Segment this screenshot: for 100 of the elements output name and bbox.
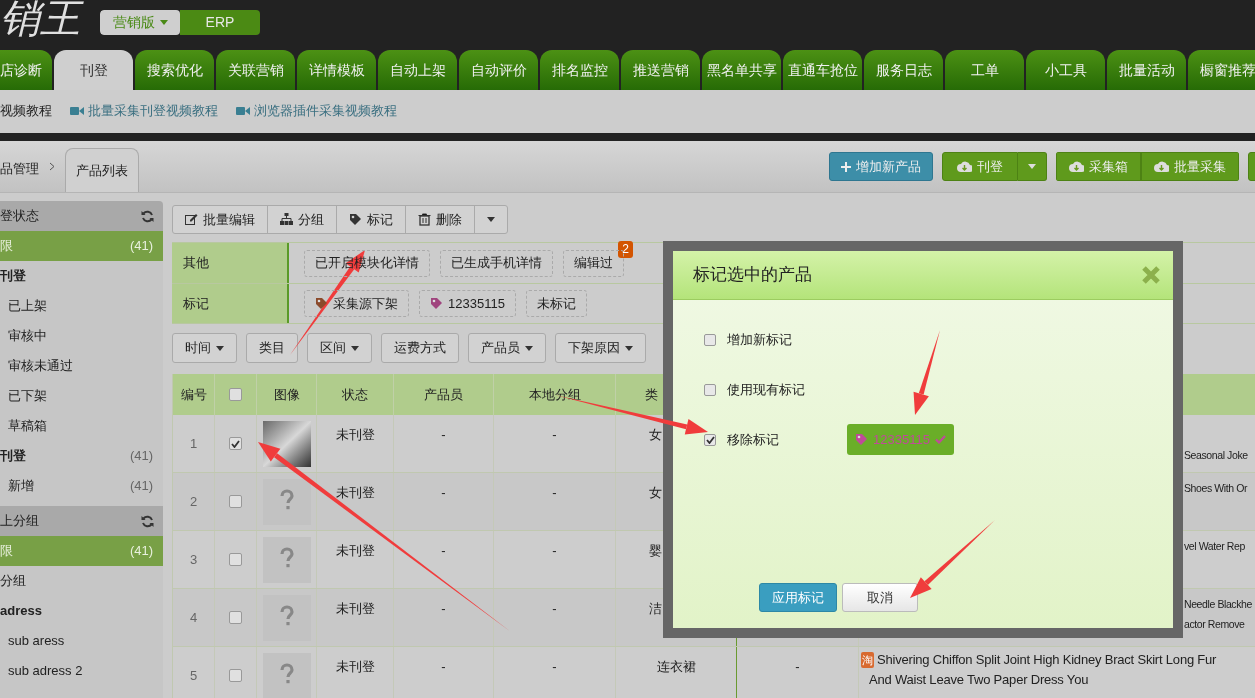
table-cell: - <box>394 647 494 698</box>
count-label: (41) <box>129 477 153 496</box>
nav-tab[interactable]: 黑名单共享 <box>702 50 781 90</box>
checkbox[interactable] <box>704 433 716 446</box>
sidebar-item[interactable]: 刊登 <box>0 261 163 291</box>
filter-button[interactable]: 下架原因 <box>555 333 646 363</box>
filter-button[interactable]: 运费方式 <box>381 333 459 363</box>
hierarchy-icon <box>280 213 293 226</box>
sidebar-item[interactable]: 已上架 <box>0 291 163 321</box>
checkbox[interactable] <box>229 388 242 401</box>
refresh-icon <box>141 514 154 528</box>
nav-tab[interactable]: 服务日志 <box>864 50 943 90</box>
table-cell: - <box>737 647 859 698</box>
sidebar-item[interactable]: 审核中 <box>0 321 163 351</box>
nav-tab[interactable]: 小工具 <box>1026 50 1105 90</box>
sidebar-item[interactable]: 已下架 <box>0 381 163 411</box>
table-cell: 未刊登 <box>317 415 394 472</box>
filter-option[interactable]: 12335115 <box>419 290 516 317</box>
nav-tab[interactable]: 推送营销 <box>621 50 700 90</box>
toolbar-button[interactable]: 分组 <box>267 206 336 233</box>
checkbox[interactable] <box>229 611 242 624</box>
caret-icon <box>487 217 495 222</box>
version-toggle[interactable]: ERP <box>180 10 260 35</box>
table-cell: 4 <box>173 589 215 646</box>
cancel-button[interactable]: 取消 <box>841 583 918 612</box>
sidebar-item[interactable]: 新增 (41) <box>0 471 163 501</box>
caret-icon <box>1028 164 1036 169</box>
nav-tab[interactable]: 关联营销 <box>216 50 295 90</box>
option-label[interactable]: 增加新标记 <box>727 329 847 350</box>
checkbox[interactable] <box>229 437 242 450</box>
dialog-title: 标记选中的产品 <box>693 264 812 287</box>
toolbar-button[interactable]: 标记 <box>336 206 405 233</box>
close-button[interactable] <box>1141 265 1161 285</box>
checkbox[interactable] <box>704 383 716 396</box>
tutorial-link[interactable]: 视频教程 <box>0 100 52 121</box>
sidebar-item[interactable]: adress <box>0 596 163 626</box>
tutorial-link[interactable]: 浏览器插件采集视频教程 <box>236 100 397 121</box>
count-label: (41) <box>129 237 153 256</box>
source-badge: 淘 <box>861 652 874 668</box>
sidebar-title: 登状态 <box>0 207 39 226</box>
product-title-line[interactable]: Needle Blackhe <box>1184 594 1252 614</box>
checkbox[interactable] <box>229 495 242 508</box>
product-title-line[interactable]: And Waist Leave Two Paper Dress You <box>869 670 1089 690</box>
logo: 销王 <box>0 0 90 41</box>
table-cell: 2 <box>173 473 215 530</box>
count-label: (41) <box>129 447 153 466</box>
tutorial-link[interactable]: 批量采集刊登视频教程 <box>70 100 218 121</box>
table-cell: 3 <box>173 531 215 588</box>
sidebar-item[interactable]: 刊登 (41) <box>0 441 163 471</box>
close-icon <box>1141 265 1161 285</box>
nav-tab[interactable]: 自动评价 <box>459 50 538 90</box>
nav-tab[interactable]: 橱窗推荐 <box>1188 50 1255 90</box>
nav-tab[interactable]: 刊登 <box>54 50 133 90</box>
nav-tab[interactable]: 自动上架 <box>378 50 457 90</box>
table-cell: 5 <box>173 647 215 698</box>
cloud-icon <box>1154 161 1169 172</box>
table-cell: - <box>394 473 494 530</box>
product-title-line[interactable]: Shoes With Or <box>1184 478 1248 498</box>
checkmark-icon <box>934 435 946 444</box>
filter-option[interactable]: 未标记 <box>525 290 587 317</box>
breadcrumb-link[interactable]: 品管理 <box>0 158 39 179</box>
product-title-line[interactable]: vel Water Rep <box>1184 536 1245 556</box>
nav-tab[interactable]: 工单 <box>945 50 1024 90</box>
checkbox[interactable] <box>229 669 242 682</box>
toolbar-button[interactable]: 删除 <box>405 206 474 233</box>
checkbox[interactable] <box>704 333 716 346</box>
filter-option[interactable]: 已生成手机详情 <box>440 249 553 277</box>
count-badge: 2 <box>618 240 633 258</box>
sidebar-item[interactable]: sub adress 2 <box>0 656 163 686</box>
filter-button[interactable]: 区间 <box>307 333 372 363</box>
table-cell: 1 <box>173 415 215 472</box>
nav-tab[interactable]: 店诊断 <box>0 50 52 90</box>
sidebar-item[interactable]: 草稿箱 <box>0 411 163 441</box>
dropdown-button[interactable] <box>1018 152 1047 181</box>
sidebar-item[interactable]: sub aress <box>0 626 163 656</box>
refresh-button[interactable] <box>141 209 154 223</box>
filter-button[interactable]: 时间 <box>172 333 237 363</box>
product-title-line[interactable]: Shivering Chiffon Split Joint High Kidney Bract Skirt Long Fur <box>877 650 1217 670</box>
plus-icon <box>841 161 851 172</box>
filter-button[interactable]: 产品员 <box>468 333 546 363</box>
checkbox[interactable] <box>229 553 242 566</box>
sidebar-item[interactable]: 审核未通过 <box>0 351 163 381</box>
nav-tab[interactable]: 批量活动 <box>1107 50 1186 90</box>
table-cell: - <box>494 415 616 472</box>
nav-tab[interactable]: 详情模板 <box>297 50 376 90</box>
toolbar-button[interactable]: 批量编辑 <box>173 206 267 233</box>
nav-tab[interactable]: 排名监控 <box>540 50 619 90</box>
product-title-line[interactable]: Seasonal Joke <box>1184 445 1248 465</box>
filter-button[interactable]: 类目 <box>246 333 298 363</box>
refresh-button[interactable] <box>141 514 154 528</box>
table-cell: 未刊登 <box>317 589 394 646</box>
breadcrumb-tab[interactable]: 产品列表 <box>65 148 139 192</box>
cloud-icon <box>1069 161 1084 172</box>
table-cell: 未刊登 <box>317 647 394 698</box>
sidebar-item[interactable]: 分组 <box>0 566 163 596</box>
product-title-line[interactable]: actor Remove <box>1184 614 1245 634</box>
checkmark-icon <box>705 435 715 444</box>
nav-tab[interactable]: 搜索优化 <box>135 50 214 90</box>
nav-tab[interactable]: 直通车抢位 <box>783 50 862 90</box>
table-cell: - <box>394 415 494 472</box>
